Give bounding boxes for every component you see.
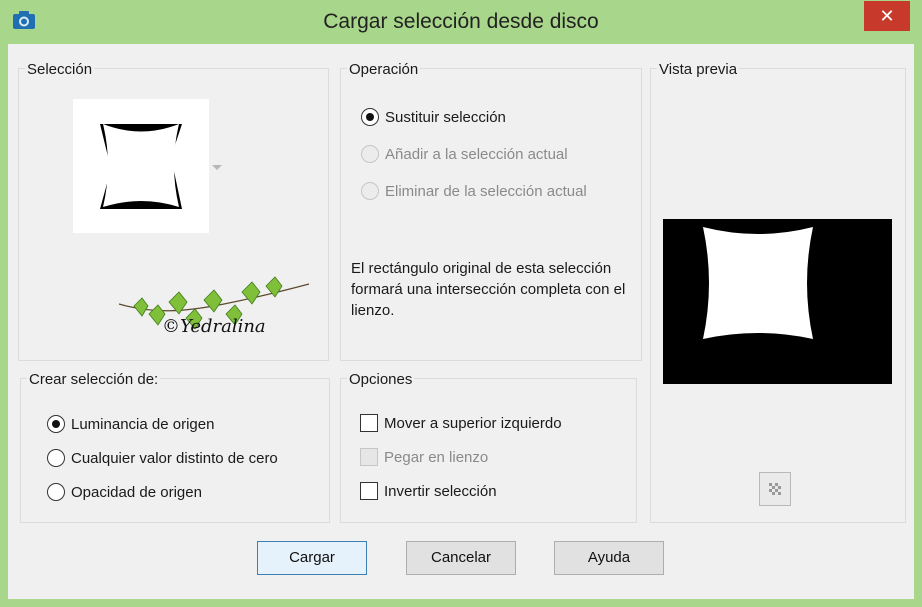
checkbox-invertir[interactable]: Invertir selección <box>360 480 497 502</box>
checkbox-mover[interactable]: Mover a superior izquierdo <box>360 412 562 434</box>
ivy-watermark: ©Yedralina <box>118 276 310 337</box>
checkbox-pegar[interactable]: Pegar en lienzo <box>360 446 488 468</box>
cancel-button[interactable]: Cancelar <box>406 541 516 575</box>
seleccion-group: Selección ©Yedralina <box>18 61 329 361</box>
preview-canvas <box>663 219 892 384</box>
radio-cualquier-valor-control[interactable] <box>47 449 65 467</box>
checkbox-mover-control[interactable] <box>360 414 378 432</box>
radio-anadir[interactable]: Añadir a la selección actual <box>361 143 568 165</box>
radio-eliminar[interactable]: Eliminar de la selección actual <box>361 180 587 202</box>
operacion-group: Operación Sustituir selección Añadir a l… <box>340 61 642 361</box>
chevron-down-icon[interactable] <box>212 165 222 170</box>
checkbox-invertir-control[interactable] <box>360 482 378 500</box>
dialog-window: Cargar selección desde disco ✕ Selección <box>0 0 922 607</box>
selection-thumbnail[interactable] <box>73 99 209 233</box>
radio-opacidad-control[interactable] <box>47 483 65 501</box>
zoom-preview-button[interactable] <box>759 472 791 506</box>
checkbox-pegar-control[interactable] <box>360 448 378 466</box>
radio-opacidad[interactable]: Opacidad de origen <box>47 481 202 503</box>
checkbox-mover-label: Mover a superior izquierdo <box>384 414 562 432</box>
seleccion-group-title: Selección <box>25 61 95 78</box>
opciones-group-title: Opciones <box>347 371 415 388</box>
window-title: Cargar selección desde disco <box>323 10 599 33</box>
radio-opacidad-label: Opacidad de origen <box>71 483 202 501</box>
checkbox-pegar-label: Pegar en lienzo <box>384 448 489 466</box>
checkbox-invertir-label: Invertir selección <box>384 482 497 500</box>
radio-sustituir-label: Sustituir selección <box>385 108 506 126</box>
radio-cualquier-valor-label: Cualquier valor distinto de cero <box>71 449 278 467</box>
operation-description: El rectángulo original de esta selección… <box>351 260 626 319</box>
radio-anadir-label: Añadir a la selección actual <box>385 145 568 163</box>
dialog-body: Selección ©Yedralina Operación Sustituir… <box>8 44 914 599</box>
radio-sustituir[interactable]: Sustituir selección <box>361 106 506 128</box>
vista-previa-group-title: Vista previa <box>657 61 740 78</box>
load-button[interactable]: Cargar <box>257 541 367 575</box>
help-button[interactable]: Ayuda <box>554 541 664 575</box>
radio-luminancia-label: Luminancia de origen <box>71 415 215 433</box>
radio-eliminar-label: Eliminar de la selección actual <box>385 182 587 200</box>
close-button[interactable]: ✕ <box>864 1 910 31</box>
title-bar[interactable]: Cargar selección desde disco ✕ <box>0 0 922 44</box>
crear-seleccion-group-title: Crear selección de: <box>27 371 161 388</box>
watermark-text: ©Yedralina <box>162 316 266 337</box>
radio-anadir-control[interactable] <box>361 145 379 163</box>
operacion-group-title: Operación <box>347 61 421 78</box>
opciones-group: Opciones Mover a superior izquierdo Pega… <box>340 371 637 523</box>
radio-sustituir-control[interactable] <box>361 108 379 126</box>
vista-previa-group: Vista previa <box>650 61 906 523</box>
preview-shape-icon <box>703 227 813 339</box>
radio-luminancia-control[interactable] <box>47 415 65 433</box>
selection-shape-icon <box>100 124 182 209</box>
radio-cualquier-valor[interactable]: Cualquier valor distinto de cero <box>47 447 278 469</box>
radio-eliminar-control[interactable] <box>361 182 379 200</box>
radio-luminancia[interactable]: Luminancia de origen <box>47 413 214 435</box>
checkerboard-icon <box>769 483 781 495</box>
crear-seleccion-group: Crear selección de: Luminancia de origen… <box>20 371 330 523</box>
